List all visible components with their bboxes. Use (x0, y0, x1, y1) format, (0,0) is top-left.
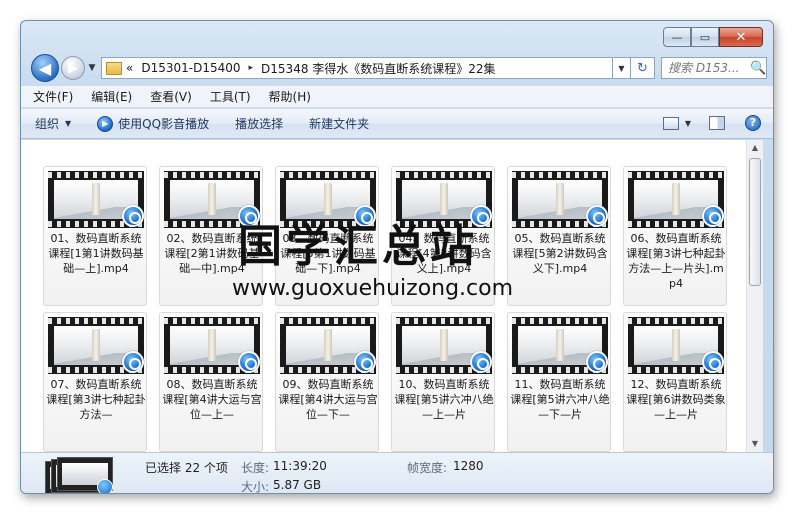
file-name: 07、数码直断系统课程[第3讲七种起卦方法— (46, 378, 146, 421)
command-bar: 组织 ▼ ▶ 使用QQ影音播放 播放选择 新建文件夹 ▼ ? (21, 109, 773, 139)
play-with-qq-button[interactable]: ▶ 使用QQ影音播放 (97, 115, 209, 132)
selection-count: 已选择 22 个项 (145, 461, 228, 475)
minimize-button[interactable]: — (663, 27, 691, 47)
file-name: 12、数码直断系统课程[第6讲数码类象—上—片 (626, 378, 726, 421)
play-selection-button[interactable]: 播放选择 (235, 115, 283, 132)
scroll-thumb[interactable] (749, 158, 761, 286)
file-tile[interactable]: 09、数码直断系统课程[第4讲大运与宫位—下— (275, 312, 379, 452)
play-with-qq-label: 使用QQ影音播放 (118, 117, 210, 131)
file-tile[interactable]: 12、数码直断系统课程[第6讲数码类象—上—片 (623, 312, 727, 452)
length-label: 长度: (241, 461, 270, 475)
scroll-down-icon[interactable]: ▼ (747, 436, 763, 452)
details-pane: 已选择 22 个项 长度: 11:39:20 大小: 5.87 GB 帧宽度: … (21, 452, 773, 494)
change-view-icon[interactable] (662, 116, 679, 130)
length-value: 11:39:20 (273, 459, 327, 473)
size-label: 大小: (241, 480, 270, 494)
address-bar[interactable]: « D15301-D15400 ▸ D15348 李得水《数码直断系统课程》22… (101, 57, 613, 79)
breadcrumb-parent[interactable]: D15301-D15400 (141, 61, 240, 75)
file-name: 10、数码直断系统课程[第5讲六冲八绝—上—片 (394, 378, 494, 421)
file-tile[interactable]: 07、数码直断系统课程[第3讲七种起卦方法— (43, 312, 147, 452)
search-input[interactable] (668, 61, 750, 75)
maximize-button[interactable]: ▭ (691, 27, 719, 47)
close-button[interactable]: ✕ (719, 27, 763, 47)
recent-pages-dropdown[interactable]: ▼ (87, 61, 97, 75)
breadcrumb-current[interactable]: D15348 李得水《数码直断系统课程》22集 (261, 60, 496, 77)
scroll-up-icon[interactable]: ▲ (747, 140, 763, 156)
qq-player-icon: ▶ (97, 115, 114, 132)
window-controls: — ▭ ✕ (663, 27, 763, 47)
menu-bar: 文件(F) 编辑(E) 查看(V) 工具(T) 帮助(H) (21, 86, 773, 108)
file-name: 09、数码直断系统课程[第4讲大运与宫位—下— (278, 378, 378, 421)
qq-media-icon (122, 351, 144, 373)
qq-media-icon (122, 205, 144, 227)
refresh-button[interactable]: ↻ (631, 57, 655, 79)
file-tile[interactable]: 01、数码直断系统课程[1第1讲数码基础—上].mp4 (43, 166, 147, 306)
vertical-scrollbar[interactable]: ▲ ▼ (746, 140, 763, 452)
qq-media-icon (354, 351, 376, 373)
file-tile[interactable]: 08、数码直断系统课程[第4讲大运与宫位—上— (159, 312, 263, 452)
search-icon[interactable]: 🔍 (750, 61, 766, 76)
organize-button[interactable]: 组织 ▼ (35, 115, 71, 132)
new-folder-button[interactable]: 新建文件夹 (309, 115, 369, 132)
organize-label: 组织 (35, 117, 60, 131)
view-options-chevron-icon[interactable]: ▼ (685, 119, 691, 128)
back-button[interactable]: ◀ (31, 54, 59, 82)
file-name: 06、数码直断系统课程[第3讲七种起卦方法—上—片头].mp4 (626, 232, 726, 290)
file-tile[interactable]: 06、数码直断系统课程[第3讲七种起卦方法—上—片头].mp4 (623, 166, 727, 306)
folder-icon (106, 61, 122, 75)
forward-button[interactable]: ▶ (61, 56, 85, 80)
qq-media-icon (97, 479, 113, 493)
menu-view[interactable]: 查看(V) (146, 87, 196, 106)
qq-media-icon (702, 205, 724, 227)
qq-media-icon (586, 205, 608, 227)
size-value: 5.87 GB (273, 478, 322, 492)
qq-media-icon (238, 351, 260, 373)
file-name: 01、数码直断系统课程[1第1讲数码基础—上].mp4 (48, 232, 144, 275)
view-controls: ▼ ? (662, 115, 761, 131)
frame-width-value: 1280 (453, 459, 484, 473)
chevron-right-icon[interactable]: ▸ (249, 63, 254, 73)
qq-media-icon (470, 351, 492, 373)
menu-file[interactable]: 文件(F) (29, 87, 77, 106)
watermark-title: 国学汇总站 (238, 221, 478, 272)
file-tile[interactable]: 11、数码直断系统课程[第5讲六冲八绝—下—片 (507, 312, 611, 452)
qq-media-icon (586, 351, 608, 373)
chevron-down-icon: ▼ (65, 119, 72, 128)
qq-media-icon (702, 351, 724, 373)
menu-edit[interactable]: 编辑(E) (87, 87, 136, 106)
file-tile[interactable]: 05、数码直断系统课程[5第2讲数码含义下].mp4 (507, 166, 611, 306)
file-name: 11、数码直断系统课程[第5讲六冲八绝—下—片 (510, 378, 610, 421)
menu-help[interactable]: 帮助(H) (265, 87, 315, 106)
selection-thumbnail-stack (45, 457, 117, 493)
preview-pane-icon[interactable] (709, 116, 725, 130)
file-name: 08、数码直断系统课程[第4讲大运与宫位—上— (162, 378, 262, 421)
help-icon[interactable]: ? (745, 115, 761, 131)
watermark-url: www.guoxuehuizong.com (232, 276, 514, 301)
navigation-row: ◀ ▶ ▼ « D15301-D15400 ▸ D15348 李得水《数码直断系… (29, 53, 769, 85)
menu-tools[interactable]: 工具(T) (206, 87, 255, 106)
title-bar: — ▭ ✕ (21, 21, 773, 55)
address-dropdown-button[interactable]: ▼ (613, 57, 631, 79)
breadcrumb-overflow[interactable]: « (126, 61, 133, 75)
search-box[interactable]: 🔍 (661, 57, 767, 79)
file-tile[interactable]: 10、数码直断系统课程[第5讲六冲八绝—上—片 (391, 312, 495, 452)
frame-width-label: 帧宽度: (407, 461, 448, 475)
file-name: 05、数码直断系统课程[5第2讲数码含义下].mp4 (512, 232, 608, 275)
